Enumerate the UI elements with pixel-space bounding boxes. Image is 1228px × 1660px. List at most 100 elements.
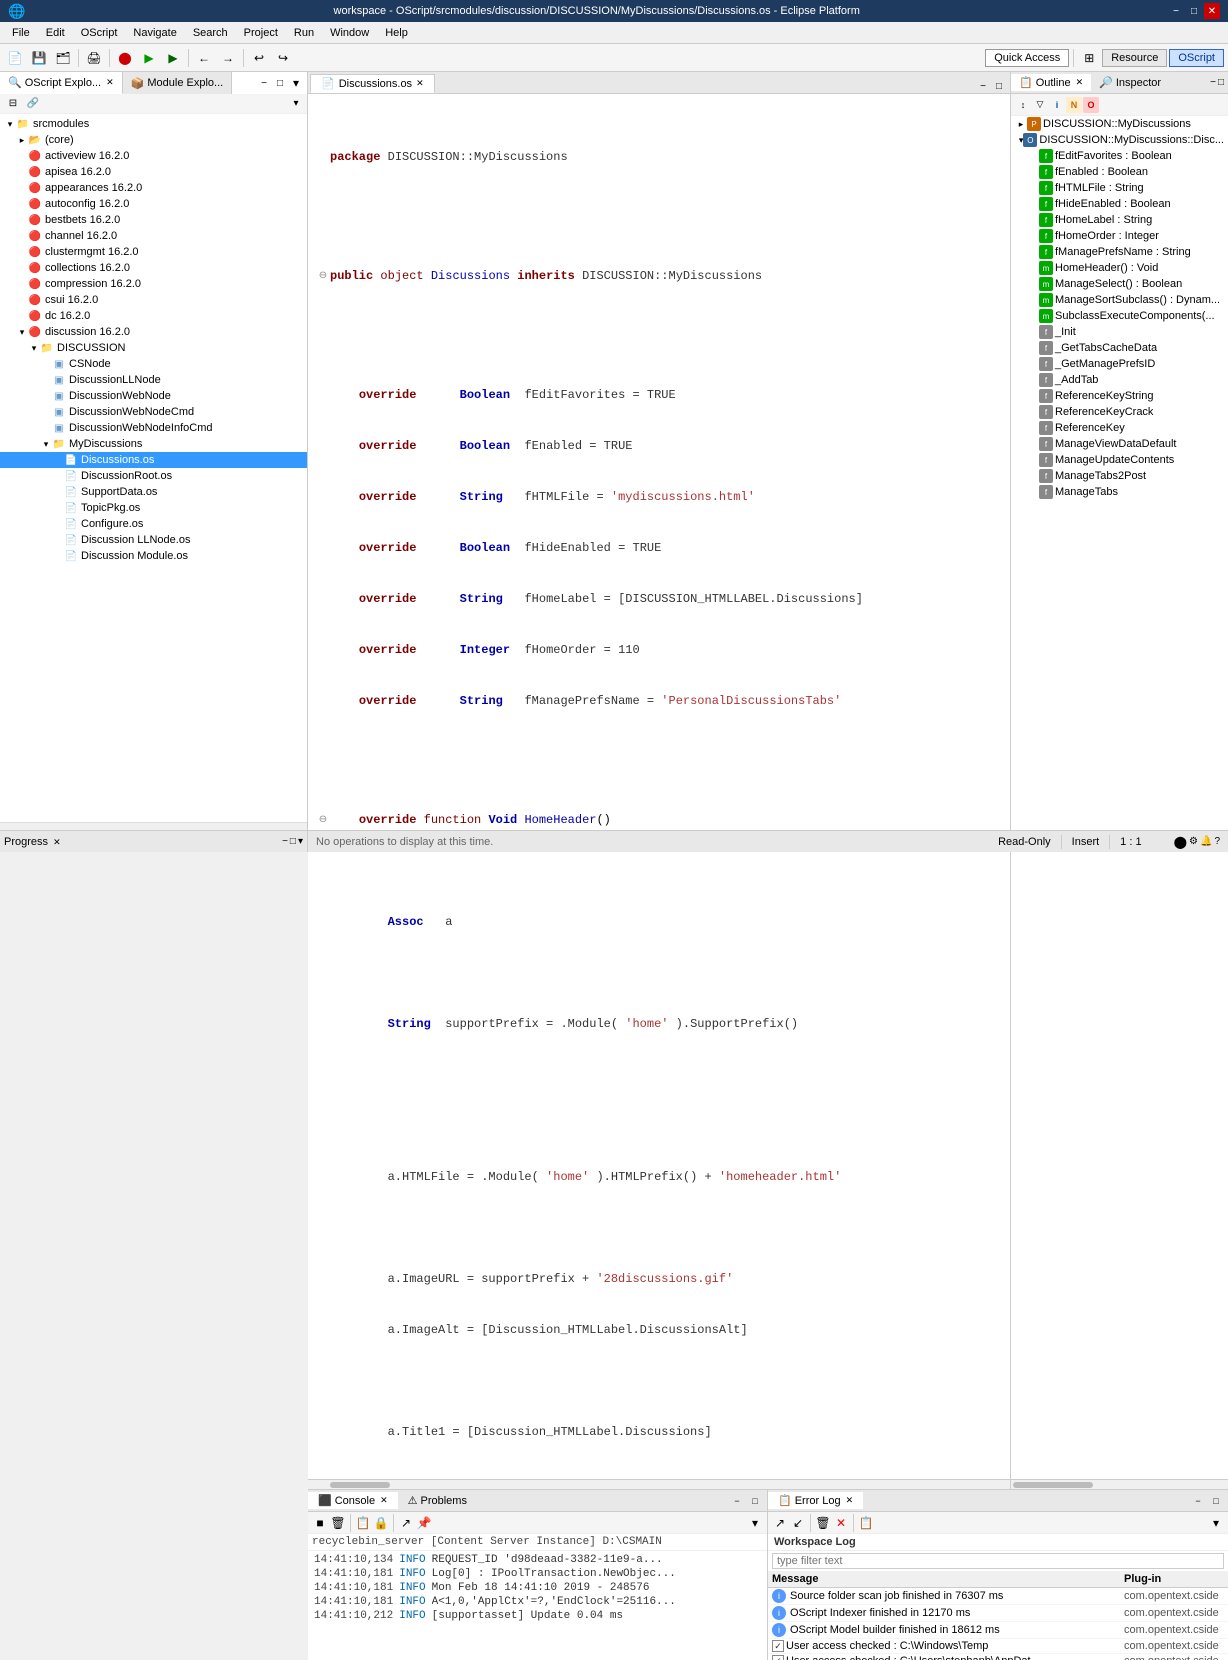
list-item[interactable]: m ManageSortSubclass() : Dynam...	[1011, 292, 1228, 308]
list-item[interactable]: 🔴 clustermgmt 16.2.0	[0, 244, 307, 260]
error-entry[interactable]: i OScript Model builder finished in 1861…	[768, 1622, 1228, 1639]
outline-hscrollbar[interactable]	[1011, 1479, 1228, 1489]
error-log-minimize[interactable]: −	[1190, 1493, 1206, 1509]
list-item[interactable]: ▸ 📂 (core)	[0, 132, 307, 148]
delete-log-button[interactable]: 🗑	[815, 1515, 831, 1531]
list-item[interactable]: 🔴 autoconfig 16.2.0	[0, 196, 307, 212]
list-item[interactable]: ▾ 🔴 discussion 16.2.0	[0, 324, 307, 340]
list-item[interactable]: 🔴 collections 16.2.0	[0, 260, 307, 276]
list-item[interactable]: 🔴 activeview 16.2.0	[0, 148, 307, 164]
list-item[interactable]: 🔴 bestbets 16.2.0	[0, 212, 307, 228]
save-all-button[interactable]: 🗂	[52, 47, 74, 69]
new-button[interactable]: 📄	[4, 47, 26, 69]
list-item[interactable]: f ReferenceKeyCrack	[1011, 404, 1228, 420]
collapse-btn[interactable]: ⊖	[316, 812, 330, 829]
list-item[interactable]: 📄 Configure.os	[0, 516, 307, 532]
collapse-btn[interactable]: ⊖	[316, 268, 330, 285]
list-item[interactable]: f fHTMLFile : String	[1011, 180, 1228, 196]
list-item[interactable]: ▣ DiscussionLLNode	[0, 372, 307, 388]
export-button[interactable]: ↗	[772, 1515, 788, 1531]
menu-oscript[interactable]: OScript	[73, 25, 126, 41]
menu-navigate[interactable]: Navigate	[125, 25, 184, 41]
list-item[interactable]: 📄 Discussions.os	[0, 452, 307, 468]
expand-icon[interactable]: ▾	[28, 343, 40, 354]
list-item[interactable]: 🔴 channel 16.2.0	[0, 228, 307, 244]
info-icon[interactable]: i	[1049, 97, 1065, 113]
open-console-button[interactable]: ↗	[398, 1515, 414, 1531]
list-item[interactable]: f fHideEnabled : Boolean	[1011, 196, 1228, 212]
list-item[interactable]: f fManagePrefsName : String	[1011, 244, 1228, 260]
progress-minimize-icon[interactable]: −	[282, 836, 288, 847]
maximize-panel-icon[interactable]: □	[273, 76, 287, 90]
menu-help[interactable]: Help	[377, 25, 416, 41]
list-item[interactable]: 🔴 appearances 16.2.0	[0, 180, 307, 196]
list-item[interactable]: 🔴 compression 16.2.0	[0, 276, 307, 292]
copy-detail-button[interactable]: 📋	[858, 1515, 874, 1531]
tab-error-log[interactable]: 📋 Error Log ✕	[768, 1492, 863, 1509]
error-entry[interactable]: i OScript Indexer finished in 12170 ms c…	[768, 1605, 1228, 1622]
menu-project[interactable]: Project	[236, 25, 286, 41]
list-item[interactable]: ▸ P DISCUSSION::MyDiscussions	[1011, 116, 1228, 132]
editor-hscrollbar[interactable]	[308, 1479, 1010, 1489]
oscript-perspective[interactable]: OScript	[1169, 49, 1224, 67]
list-item[interactable]: m HomeHeader() : Void	[1011, 260, 1228, 276]
menu-window[interactable]: Window	[322, 25, 377, 41]
list-item[interactable]: 🔴 apisea 16.2.0	[0, 164, 307, 180]
list-item[interactable]: f _GetManagePrefsID	[1011, 356, 1228, 372]
editor-minimize-icon[interactable]: −	[976, 79, 990, 93]
list-item[interactable]: ▣ DiscussionWebNodeInfoCmd	[0, 420, 307, 436]
list-item[interactable]: ▾ 📁 DISCUSSION	[0, 340, 307, 356]
tab-module-explorer[interactable]: 📦 Module Explo...	[123, 72, 233, 94]
list-item[interactable]: m ManageSelect() : Boolean	[1011, 276, 1228, 292]
tab-problems[interactable]: ⚠ Problems	[398, 1492, 477, 1509]
filter-input[interactable]	[772, 1553, 1224, 1569]
error-icon[interactable]: O	[1083, 97, 1099, 113]
list-item[interactable]: ▣ DiscussionWebNode	[0, 388, 307, 404]
check-icon[interactable]	[772, 1655, 784, 1660]
list-item[interactable]: 📄 TopicPkg.os	[0, 500, 307, 516]
progress-label[interactable]: Progress ✕	[4, 836, 61, 848]
run-button[interactable]: ▶	[138, 47, 160, 69]
code-editor[interactable]: package DISCUSSION::MyDiscussions ⊖ publ…	[308, 94, 1010, 1479]
filter-icon[interactable]: ▽	[1032, 97, 1048, 113]
status-arrow-icon[interactable]: ⬤	[1174, 835, 1187, 849]
list-item[interactable]: f ReferenceKeyString	[1011, 388, 1228, 404]
console-minimize-icon[interactable]: −	[729, 1493, 745, 1509]
minimize-button[interactable]: −	[1168, 3, 1184, 19]
save-button[interactable]: 💾	[28, 47, 50, 69]
list-item[interactable]: 🔴 csui 16.2.0	[0, 292, 307, 308]
list-item[interactable]: f fEnabled : Boolean	[1011, 164, 1228, 180]
tree-root-item[interactable]: ▾ 📁 srcmodules	[0, 116, 307, 132]
collapse-all-button[interactable]: ⊟	[4, 95, 22, 113]
tab-outline[interactable]: 📋 Outline ✕	[1011, 74, 1091, 91]
status-gear-icon[interactable]: ⚙	[1189, 836, 1198, 847]
print-button[interactable]: 🖨	[83, 47, 105, 69]
list-item[interactable]: 🔴 dc 16.2.0	[0, 308, 307, 324]
explorer-tab-close[interactable]: ✕	[106, 77, 114, 88]
back-button[interactable]: ←	[193, 47, 215, 69]
perspective-button[interactable]: ⊞	[1078, 47, 1100, 69]
check-icon[interactable]	[772, 1640, 784, 1652]
list-item[interactable]: f _AddTab	[1011, 372, 1228, 388]
list-item[interactable]: f fHomeOrder : Integer	[1011, 228, 1228, 244]
copy-button[interactable]: 📋	[355, 1515, 371, 1531]
tree-scrollbar[interactable]	[0, 822, 307, 830]
debug-button[interactable]: ⬤	[114, 47, 136, 69]
outline-tab-close[interactable]: ✕	[1076, 77, 1084, 88]
error-entry[interactable]: i Source folder scan job finished in 763…	[768, 1588, 1228, 1605]
minimize-panel-icon[interactable]: −	[257, 76, 271, 90]
quick-access-button[interactable]: Quick Access	[985, 49, 1069, 67]
outline-maximize-icon[interactable]: □	[1218, 77, 1224, 88]
list-item[interactable]: f ManageUpdateContents	[1011, 452, 1228, 468]
stop-button[interactable]: ■	[312, 1515, 328, 1531]
link-editor-button[interactable]: 🔗	[24, 95, 42, 113]
tab-close-icon[interactable]: ✕	[416, 78, 424, 89]
list-item[interactable]: m SubclassExecuteComponents(...	[1011, 308, 1228, 324]
tree-menu-icon[interactable]: ▾	[289, 97, 303, 111]
notify-icon[interactable]: N	[1066, 97, 1082, 113]
clear-button[interactable]: 🗑	[330, 1515, 346, 1531]
import-button[interactable]: ↙	[790, 1515, 806, 1531]
error-log-maximize[interactable]: □	[1208, 1493, 1224, 1509]
list-item[interactable]: ▾ O DISCUSSION::MyDiscussions::Disc...	[1011, 132, 1228, 148]
list-item[interactable]: 📄 Discussion LLNode.os	[0, 532, 307, 548]
